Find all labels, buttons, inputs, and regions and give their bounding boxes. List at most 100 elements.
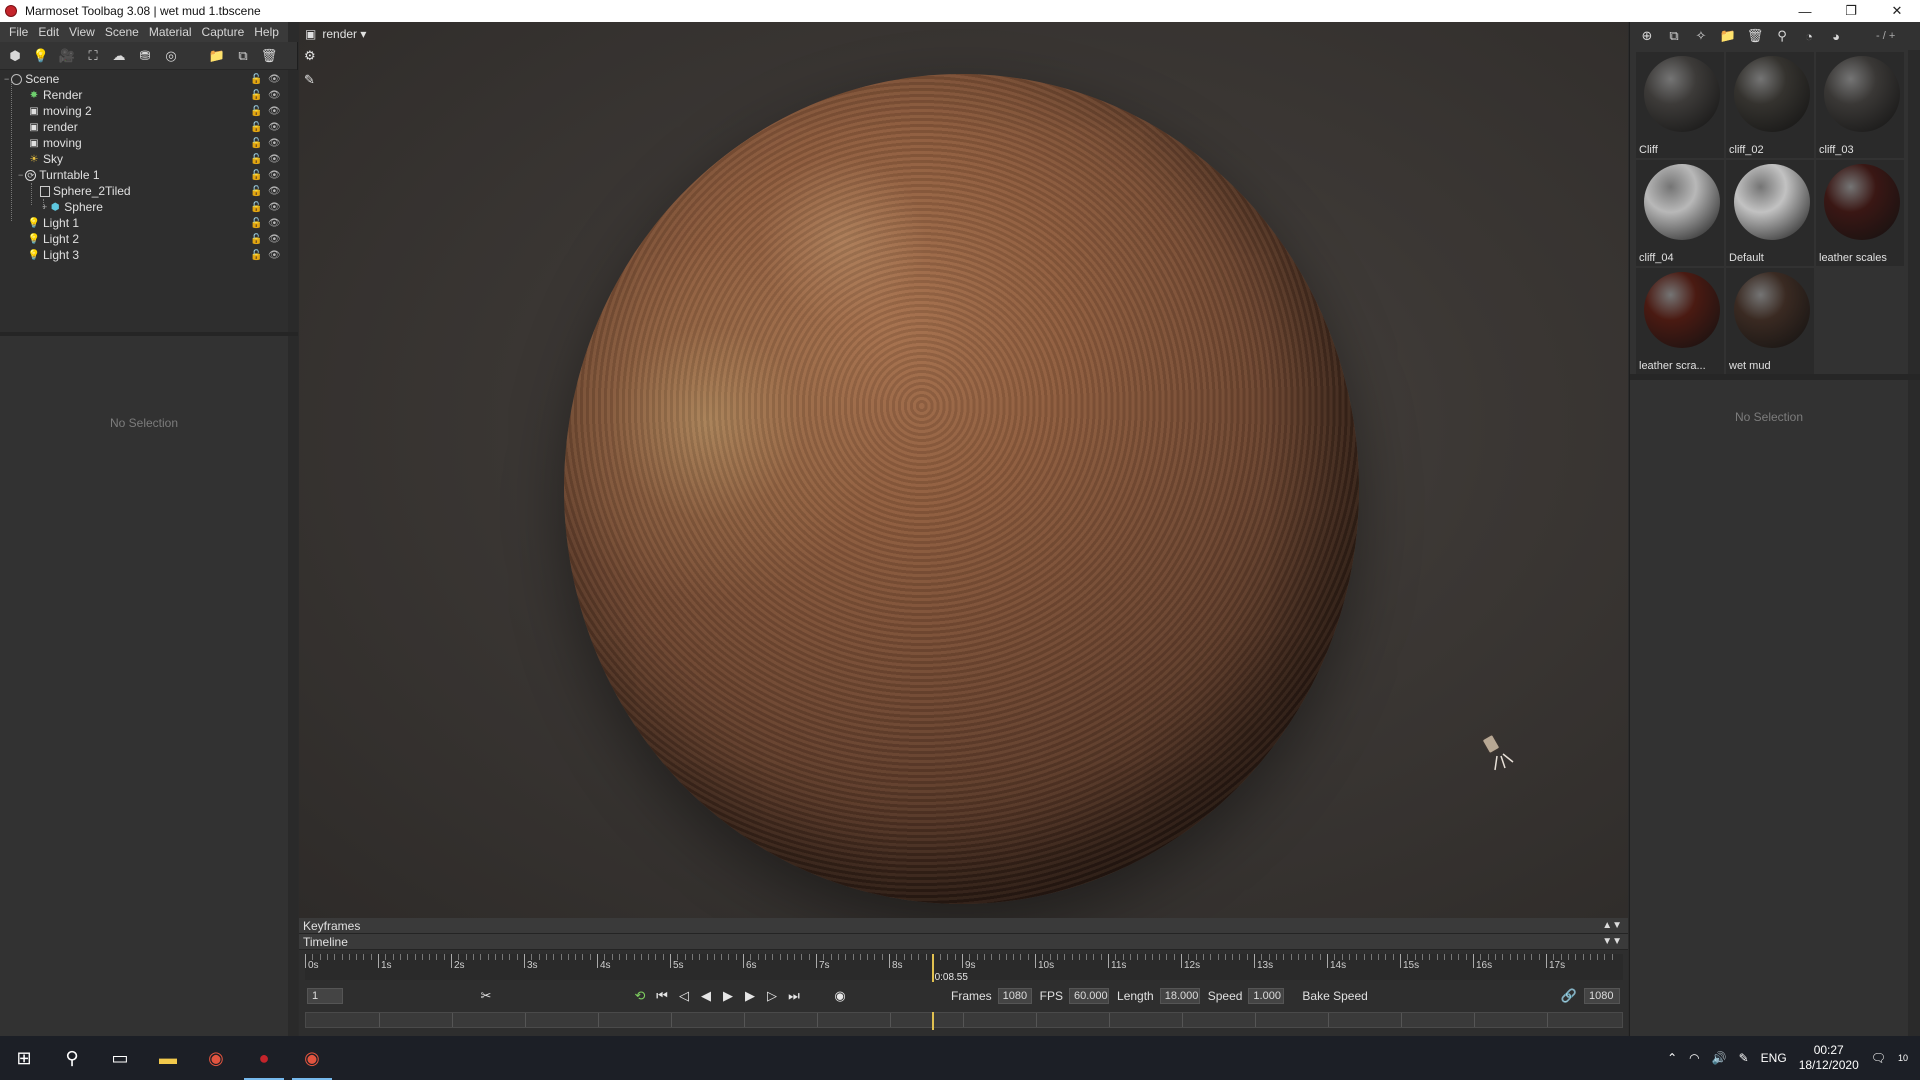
lock-icon[interactable]: 🔓 [250, 122, 262, 133]
folder-icon[interactable]: 📁 [1719, 27, 1737, 45]
task-view-icon[interactable]: ▭ [96, 1036, 144, 1080]
menu-help[interactable]: Help [249, 22, 284, 42]
network-icon[interactable]: ◠ [1689, 1051, 1699, 1065]
bake-speed-button[interactable]: Bake Speed [1302, 989, 1367, 1003]
menu-file[interactable]: File [4, 22, 33, 42]
delete-icon[interactable]: 🗑 [1746, 27, 1764, 45]
visibility-eye-icon[interactable]: 👁 [268, 74, 281, 85]
menu-edit[interactable]: Edit [33, 22, 64, 42]
add-light-icon[interactable]: 💡 [32, 47, 50, 65]
menu-material[interactable]: Material [144, 22, 197, 42]
marmoset-taskbar-icon[interactable]: ● [240, 1036, 288, 1080]
chrome-icon[interactable]: ◉ [192, 1036, 240, 1080]
loop-icon[interactable]: ⟲ [629, 988, 651, 1004]
minimize-button[interactable]: — [1782, 0, 1828, 22]
add-shadow-catcher-icon[interactable]: ⛶ [84, 47, 102, 65]
tree-item-moving-2[interactable]: ▣ moving 2 🔓 👁 [0, 103, 288, 119]
language-indicator[interactable]: ENG [1761, 1051, 1787, 1065]
refresh-icon[interactable]: ◔ [1800, 27, 1818, 45]
visibility-eye-icon[interactable]: 👁 [268, 122, 281, 133]
lock-icon[interactable]: 🔓 [250, 106, 262, 117]
add-mesh-icon[interactable]: ⬢ [6, 47, 24, 65]
visibility-eye-icon[interactable]: 👁 [268, 138, 281, 149]
camera-selector[interactable]: render ▾ [322, 27, 366, 41]
track-playhead[interactable] [931, 1012, 934, 1030]
chevron-up-icon[interactable]: ⌃ [1667, 1051, 1677, 1065]
notifications-icon[interactable]: 🗨 [1871, 1051, 1886, 1065]
step-forward-icon[interactable]: ▶ [739, 988, 761, 1004]
eyedropper-icon[interactable]: ⚲ [1773, 27, 1791, 45]
lock-icon[interactable]: 🔓 [250, 234, 262, 245]
visibility-eye-icon[interactable]: 👁 [268, 170, 281, 181]
scene-tree-scrollbar[interactable] [288, 70, 298, 332]
add-turntable-icon[interactable]: ⛃ [136, 47, 154, 65]
brush-icon[interactable]: ✎ [304, 72, 316, 88]
speed-field[interactable]: 1.000 [1248, 988, 1285, 1004]
step-back-icon[interactable]: ◀ [695, 988, 717, 1004]
menu-scene[interactable]: Scene [100, 22, 144, 42]
skip-to-start-icon[interactable]: ⏮ [651, 988, 673, 1004]
collapse-icon[interactable]: ▼▼ [1602, 936, 1622, 947]
material-properties-scrollbar[interactable] [1908, 380, 1920, 1036]
cleanup-icon[interactable]: ✧ [1692, 27, 1710, 45]
length-field[interactable]: 18.000 [1159, 988, 1200, 1004]
expand-icon[interactable]: ▲▼ [1602, 920, 1622, 931]
folder-icon[interactable]: 📁 [208, 47, 226, 65]
tree-item-light-3[interactable]: 💡 Light 3 🔓 👁 [0, 247, 288, 263]
speed-dial-icon[interactable]: ◉ [829, 988, 851, 1004]
visibility-eye-icon[interactable]: 👁 [268, 154, 281, 165]
material-cliff-02[interactable]: cliff_02 [1726, 52, 1814, 158]
material-wet-mud[interactable]: wet mud [1726, 268, 1814, 374]
material-cliff-03[interactable]: cliff_03 [1816, 52, 1904, 158]
pen-icon[interactable]: ✎ [1739, 1051, 1749, 1065]
material-cliff-04[interactable]: cliff_04 [1636, 160, 1724, 266]
close-button[interactable]: ✕ [1874, 0, 1920, 22]
duplicate-material-icon[interactable]: ⧉ [1665, 27, 1683, 45]
render-viewport[interactable]: ▣ render ▾ ⚙ ✎ [299, 22, 1628, 918]
end-frame-field[interactable]: 1080 [1584, 988, 1620, 1004]
volume-icon[interactable]: 🔊 [1712, 1051, 1727, 1065]
playhead[interactable] [931, 954, 934, 982]
tree-item-moving[interactable]: ▣ moving 🔓 👁 [0, 135, 288, 151]
visibility-eye-icon[interactable]: 👁 [268, 234, 281, 245]
material-cliff[interactable]: Cliff [1636, 52, 1724, 158]
keyframes-header[interactable]: Keyframes ▲▼ [299, 918, 1628, 934]
file-explorer-icon[interactable]: ▬ [144, 1036, 192, 1080]
material-scrollbar[interactable] [1908, 50, 1920, 402]
visibility-eye-icon[interactable]: 👁 [268, 90, 281, 101]
visibility-eye-icon[interactable]: 👁 [268, 202, 281, 213]
skip-to-end-icon[interactable]: ⏭ [783, 988, 805, 1004]
tree-item-sphere-2tiled[interactable]: Sphere_2Tiled 🔓 👁 [0, 183, 288, 199]
page-indicator[interactable]: - / + [1876, 30, 1895, 42]
settings-dial-icon[interactable]: ◕ [1827, 27, 1845, 45]
lock-icon[interactable]: 🔓 [250, 202, 262, 213]
chrome-icon[interactable]: ◉ [288, 1036, 336, 1080]
tree-item-light-1[interactable]: 💡 Light 1 🔓 👁 [0, 215, 288, 231]
tree-item-turntable-1[interactable]: − ⟳ Turntable 1 🔓 👁 [0, 167, 288, 183]
play-icon[interactable]: ▶ [717, 988, 739, 1004]
tree-item-sky[interactable]: ☀ Sky 🔓 👁 [0, 151, 288, 167]
maximize-button[interactable]: ❐ [1828, 0, 1874, 22]
lock-icon[interactable]: 🔓 [250, 170, 262, 181]
visibility-eye-icon[interactable]: 👁 [268, 250, 281, 261]
windows-start-icon[interactable]: ⊞ [0, 1036, 48, 1080]
lock-icon[interactable]: 🔓 [250, 186, 262, 197]
gear-icon[interactable]: ⚙ [304, 48, 316, 64]
tree-item-scene[interactable]: − Scene 🔓 👁 [0, 71, 288, 87]
material-default[interactable]: Default [1726, 160, 1814, 266]
tree-item-sphere[interactable]: + ⬢ Sphere 🔓 👁 [0, 199, 288, 215]
add-sky-icon[interactable]: ◎ [162, 47, 180, 65]
menu-view[interactable]: View [64, 22, 100, 42]
tree-item-render[interactable]: ✸ Render 🔓 👁 [0, 87, 288, 103]
add-camera-icon[interactable]: 🎥 [58, 47, 76, 65]
visibility-eye-icon[interactable]: 👁 [268, 186, 281, 197]
tree-item-render-camera[interactable]: ▣ render 🔓 👁 [0, 119, 288, 135]
properties-scrollbar[interactable] [288, 336, 298, 1036]
delete-icon[interactable]: 🗑 [260, 47, 278, 65]
duplicate-icon[interactable]: ⧉ [234, 47, 252, 65]
menu-capture[interactable]: Capture [197, 22, 250, 42]
tree-item-light-2[interactable]: 💡 Light 2 🔓 👁 [0, 231, 288, 247]
visibility-eye-icon[interactable]: 👁 [268, 218, 281, 229]
lock-icon[interactable]: 🔓 [250, 154, 262, 165]
current-frame-field[interactable]: 1 [307, 988, 343, 1004]
